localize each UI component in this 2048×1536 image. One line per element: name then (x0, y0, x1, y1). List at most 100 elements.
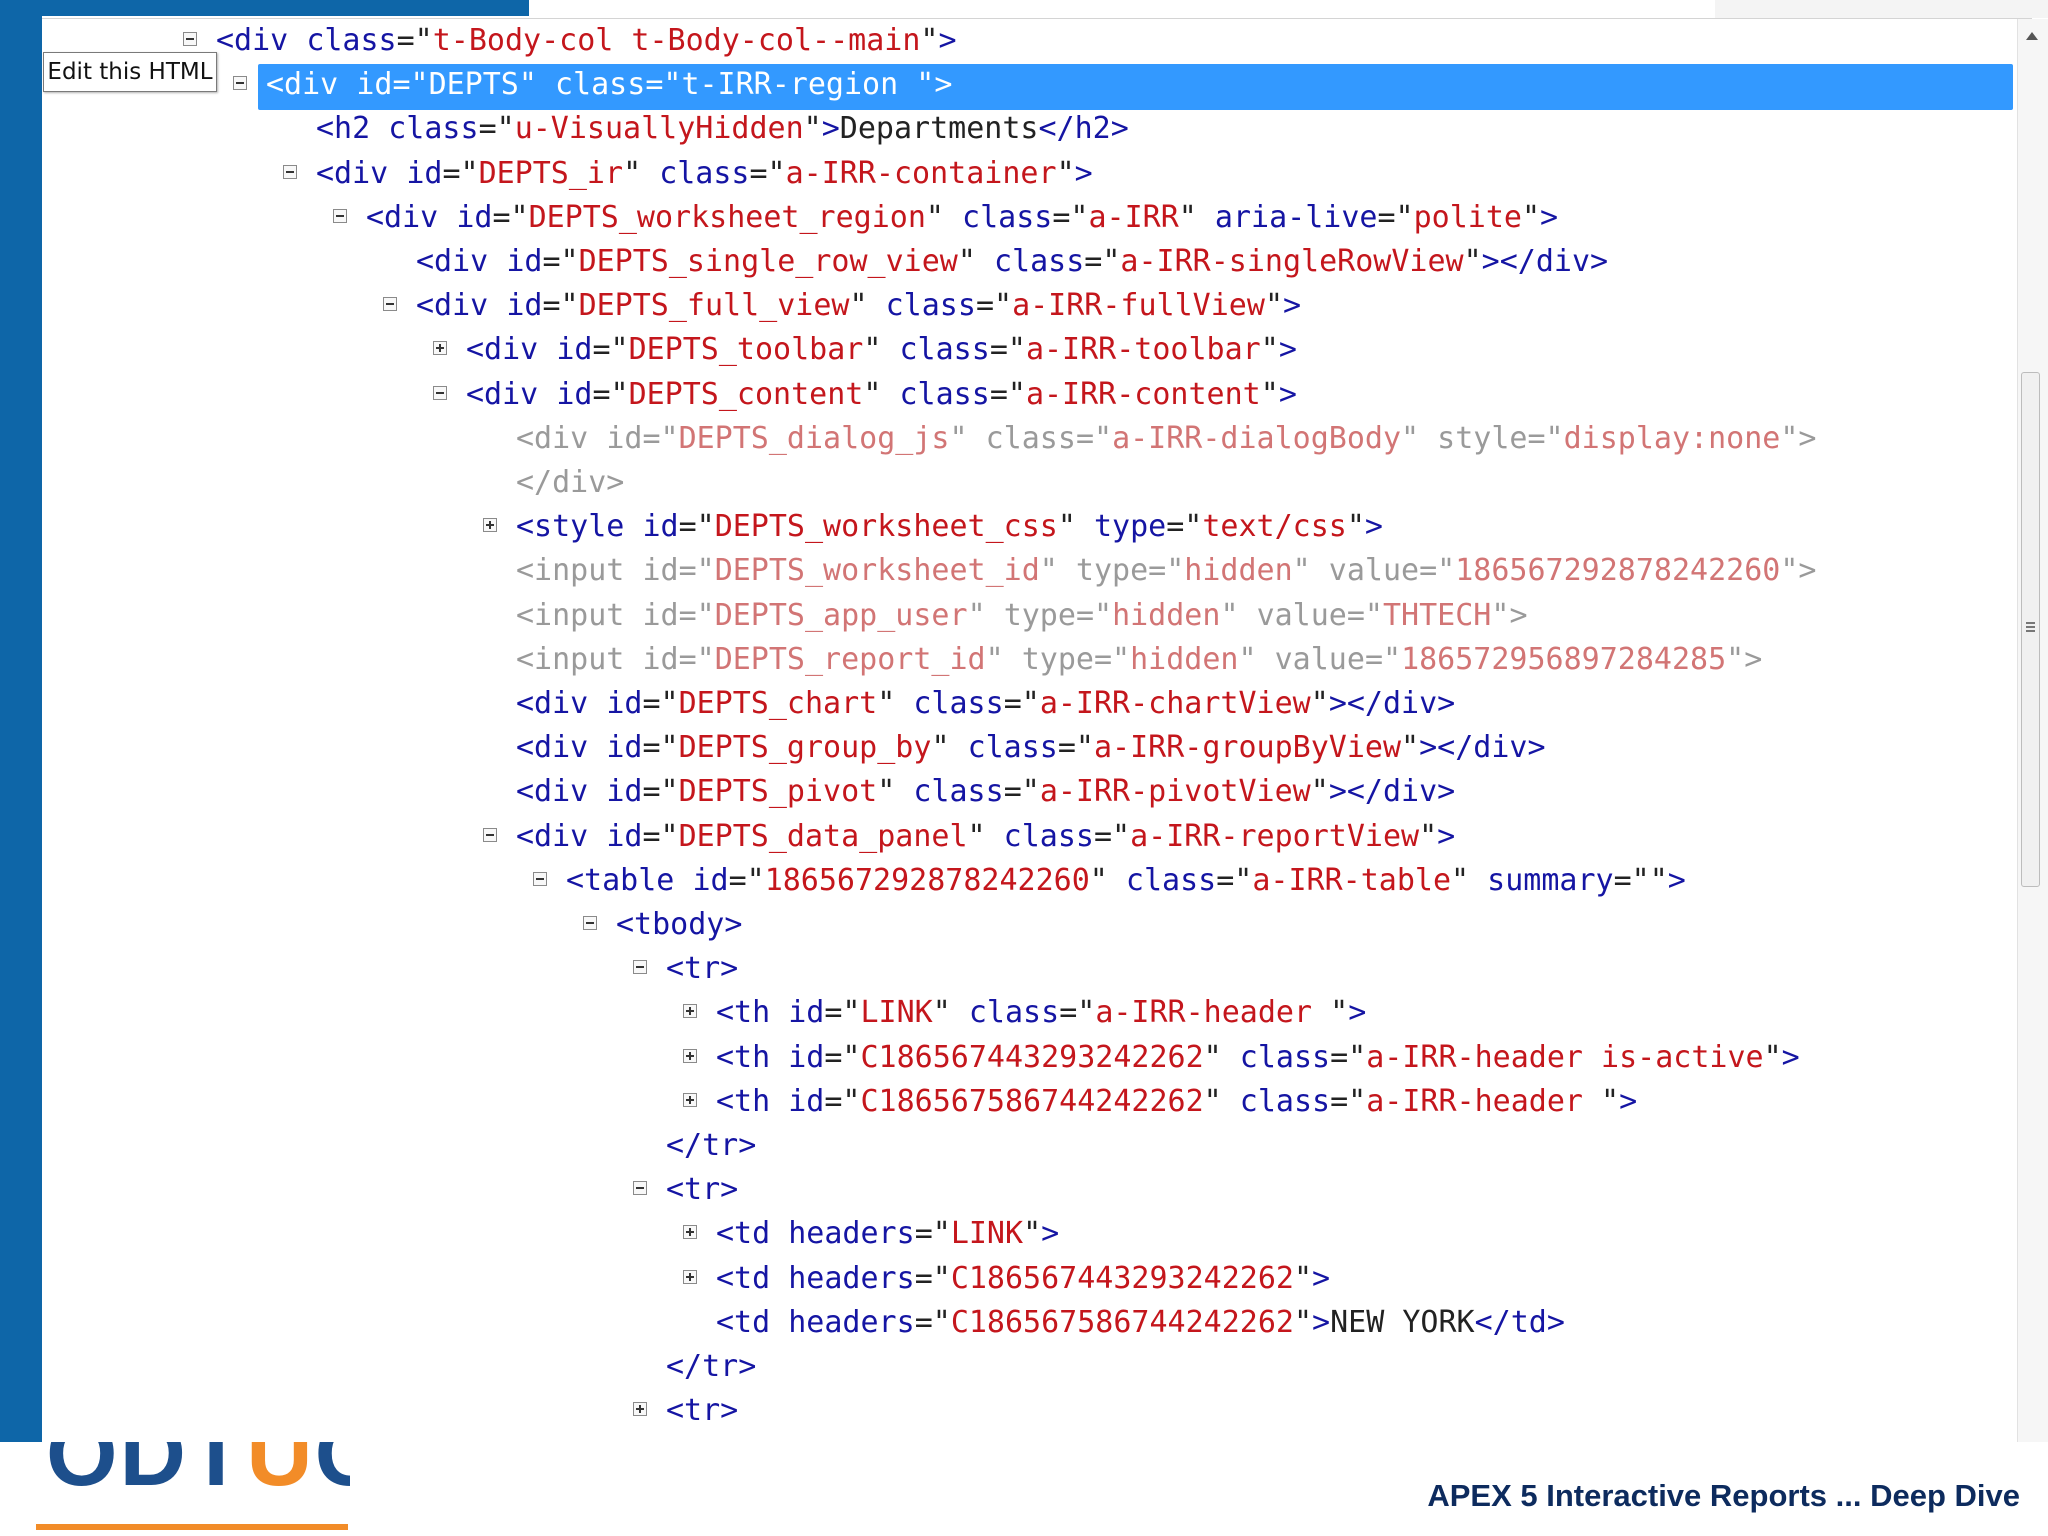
markup-token: </tr> (666, 1349, 757, 1384)
dom-tree-node[interactable]: <input id="DEPTS_report_id" type="hidden… (42, 638, 2017, 682)
markup-token: <div (516, 730, 607, 766)
markup-token: " (1601, 1083, 1620, 1119)
collapse-node-icon[interactable] (583, 916, 597, 930)
collapse-node-icon[interactable] (283, 164, 297, 179)
markup-token: " (920, 23, 939, 58)
markup-token: > (1364, 509, 1383, 545)
collapse-node-icon[interactable] (433, 385, 447, 400)
dom-tree-node[interactable]: <h2 class="u-VisuallyHidden">Departments… (42, 107, 2017, 151)
dom-tree-node[interactable]: <input id="DEPTS_app_user" type="hidden"… (42, 594, 2017, 638)
collapse-node-icon[interactable] (333, 208, 347, 223)
markup-token: =" (645, 67, 682, 103)
collapse-node-icon[interactable] (633, 1181, 647, 1196)
markup-token: id (406, 155, 443, 191)
markup-token: display:none (1563, 420, 1781, 456)
markup-token: " (1023, 1216, 1042, 1252)
markup-token: class (1125, 862, 1217, 898)
expand-node-icon[interactable] (633, 1402, 647, 1417)
dom-tree-node[interactable]: <input id="DEPTS_worksheet_id" type="hid… (42, 549, 2017, 593)
dom-tree-node[interactable]: </tr> (42, 1345, 2017, 1389)
dom-tree-node[interactable]: </tr> (42, 1124, 2017, 1168)
dom-tree-node[interactable]: <div id="DEPTS_data_panel" class="a-IRR-… (42, 815, 2017, 859)
markup-token: id (788, 995, 825, 1031)
markup-token: =" (975, 288, 1013, 324)
dom-tree-node[interactable]: <div id="DEPTS_toolbar" class="a-IRR-too… (42, 328, 2017, 372)
node-markup: </tr> (666, 1124, 756, 1168)
markup-token: LINK (950, 1216, 1024, 1252)
markup-token: <div (316, 155, 407, 191)
dom-tree-node[interactable]: <div id="DEPTS_single_row_view" class="a… (42, 240, 2017, 284)
markup-token: " (863, 376, 900, 412)
markup-token: type (1021, 641, 1094, 677)
markup-token: C186567443293242262 (860, 1039, 1204, 1075)
dom-tree-node[interactable]: <div id="DEPTS_pivot" class="a-IRR-pivot… (42, 770, 2017, 814)
expand-node-icon[interactable] (683, 1225, 697, 1240)
node-markup: </tr> (666, 1345, 756, 1389)
markup-token: DEPTS_worksheet_css (714, 509, 1058, 545)
markup-token: > (1312, 1304, 1331, 1340)
markup-token: id (606, 818, 643, 854)
scroll-up-arrow-icon[interactable] (2026, 32, 2038, 40)
dom-tree-node[interactable]: <th id="C186567443293242262" class="a-IR… (42, 1036, 2017, 1080)
dom-tree-node[interactable]: <div class="t-Body-col t-Body-col--main"… (42, 19, 2017, 63)
markup-token: value (1274, 641, 1365, 677)
expand-node-icon[interactable] (683, 1269, 697, 1284)
dom-tree-node[interactable]: <tr> (42, 1433, 2017, 1442)
markup-token: <input (516, 597, 643, 633)
dom-tree-node[interactable]: <th id="LINK" class="a-IRR-header "> (42, 991, 2017, 1035)
collapse-node-icon[interactable] (183, 32, 197, 46)
dom-tree-node[interactable]: <div id="DEPTS_dialog_js" class="a-IRR-d… (42, 417, 2017, 461)
markup-token: =" (542, 244, 579, 279)
node-markup: <div id="DEPTS" class="t-IRR-region "> (266, 63, 952, 107)
markup-token: <style (516, 509, 643, 545)
dom-tree-node[interactable]: <tr> (42, 947, 2017, 991)
dom-tree-node[interactable]: <td headers="C186567443293242262"> (42, 1257, 2017, 1301)
scrollbar-grip-icon (2026, 622, 2035, 635)
markup-token: " (1726, 641, 1745, 677)
dom-tree-node[interactable]: <div id="DEPTS_worksheet_region" class="… (42, 196, 2017, 240)
markup-token: id (642, 509, 679, 545)
markup-token: class (913, 686, 1004, 721)
collapse-node-icon[interactable] (383, 297, 397, 312)
markup-token: a-IRR-table (1252, 862, 1452, 898)
collapse-node-icon[interactable] (533, 871, 547, 886)
collapse-node-icon[interactable] (483, 827, 497, 842)
markup-token: </tr> (666, 1128, 757, 1163)
dom-tree-node[interactable]: <div id="DEPTS_group_by" class="a-IRR-gr… (42, 726, 2017, 770)
expand-node-icon[interactable] (683, 1048, 697, 1063)
markup-token: " (1057, 509, 1094, 545)
expand-node-icon[interactable] (683, 1092, 697, 1107)
expand-node-icon[interactable] (683, 1004, 697, 1019)
dom-tree-node[interactable]: <tr> (42, 1389, 2017, 1433)
markup-token: class (985, 420, 1076, 456)
collapse-node-icon[interactable] (633, 960, 647, 975)
dom-tree-node[interactable]: <td headers="LINK"> (42, 1212, 2017, 1256)
dom-tree-node[interactable]: <div id="DEPTS_content" class="a-IRR-con… (42, 373, 2017, 417)
node-markup: <div id="DEPTS_worksheet_region" class="… (366, 196, 1558, 240)
collapse-node-icon[interactable] (233, 76, 247, 91)
dom-tree-node[interactable]: </div> (42, 461, 2017, 505)
markup-token: =" (678, 509, 715, 545)
markup-token: DEPTS_app_user (714, 597, 968, 633)
dom-tree-node[interactable]: <td headers="C186567586744242262">NEW YO… (42, 1301, 2017, 1345)
dom-tree-node[interactable]: <div id="DEPTS_ir" class="a-IRR-containe… (42, 152, 2017, 196)
markup-token: a-IRR-groupByView (1094, 730, 1402, 766)
markup-token: a-IRR-container (785, 155, 1057, 191)
markup-token: " (1401, 420, 1438, 456)
markup-token: class (555, 67, 646, 103)
dom-tree-node[interactable]: <div id="DEPTS" class="t-IRR-region "> (42, 63, 2017, 107)
expand-node-icon[interactable] (433, 341, 447, 356)
html-tree-panel[interactable]: <div class="t-Body-col t-Body-col--main"… (42, 19, 2017, 1442)
dom-tree-node[interactable]: <th id="C186567586744242262" class="a-IR… (42, 1080, 2017, 1124)
dom-tree-node[interactable]: <tbody> (42, 903, 2017, 947)
dom-tree-node[interactable]: <table id="186567292878242260" class="a-… (42, 859, 2017, 903)
expand-node-icon[interactable] (483, 518, 497, 533)
dom-tree-node[interactable]: <div id="DEPTS_chart" class="a-IRR-chart… (42, 682, 2017, 726)
markup-token: " (1419, 818, 1438, 854)
dom-tree-node[interactable]: <div id="DEPTS_full_view" class="a-IRR-f… (42, 284, 2017, 328)
dom-tree-node[interactable]: <style id="DEPTS_worksheet_css" type="te… (42, 505, 2017, 549)
markup-token: id (788, 1039, 825, 1075)
dom-tree-node[interactable]: <tr> (42, 1168, 2017, 1212)
markup-token: =" (728, 862, 765, 898)
markup-token: DEPTS_worksheet_id (714, 553, 1040, 589)
